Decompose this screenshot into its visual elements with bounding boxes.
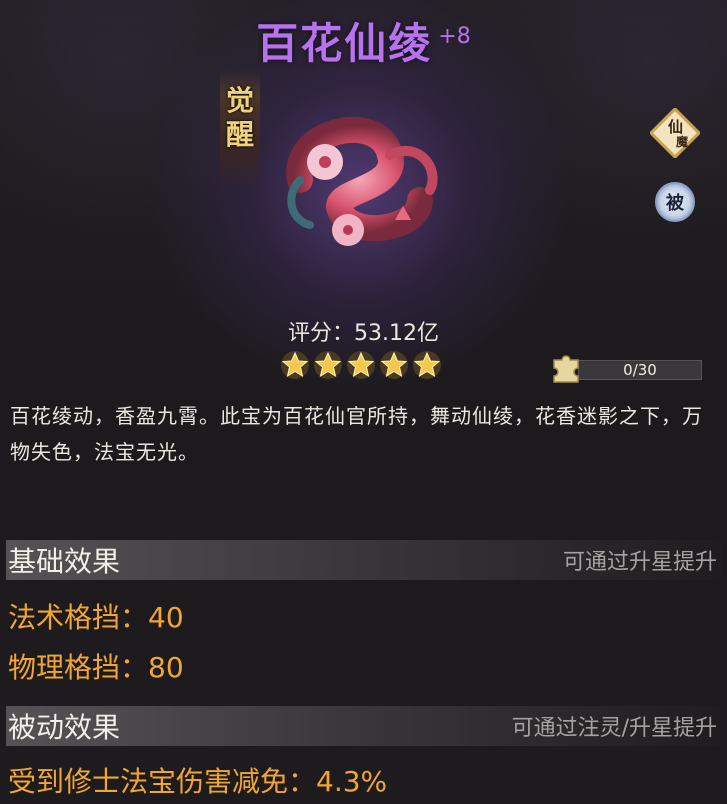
xianmo-badge[interactable]: 仙 魔 [650,108,700,158]
mo-char: 魔 [676,134,689,149]
passive-badge-char: 被 [666,193,684,214]
passive-effect-header: 被动效果 可通过注灵/升星提升 [6,706,721,746]
star-rating [280,350,445,384]
awaken-char-1: 觉 [225,84,254,117]
base-effect-hint: 可通过升星提升 [562,550,717,575]
item-title-block: 百花仙绫 +8 [0,10,727,71]
base-effect-title: 基础效果 [8,545,121,578]
star-progress-label: 0/30 [623,361,657,379]
item-description: 百花绫动，香盈九霄。此宝为百花仙官所持，舞动仙绫，花香迷影之下，万物失色，法宝无… [10,404,703,464]
score-text: 评分：53.12亿 [288,321,439,346]
awaken-tag[interactable]: 觉 醒 [220,70,260,190]
item-level: +8 [438,24,471,49]
stat-physical-block: 物理格挡：80 [8,651,184,684]
base-effect-header: 基础效果 可通过升星提升 [6,540,721,580]
treasure-ribbon-icon [286,117,438,246]
item-name: 百花仙绫 [256,19,433,68]
stat-damage-reduction: 受到修士法宝伤害减免：4.3% [8,765,388,798]
stat-magic-block: 法术格挡：40 [8,601,184,634]
star-icon [314,351,342,379]
star-icon [281,351,309,379]
passive-effect-hint: 可通过注灵/升星提升 [511,716,717,741]
star-icon [413,351,441,379]
star-icon [380,351,408,379]
star-progress: 0/30 [550,352,702,384]
star-icon [347,351,375,379]
passive-badge[interactable]: 被 [655,182,695,222]
awaken-char-2: 醒 [225,118,254,151]
xian-char: 仙 [668,118,683,136]
passive-effect-title: 被动效果 [8,711,121,744]
